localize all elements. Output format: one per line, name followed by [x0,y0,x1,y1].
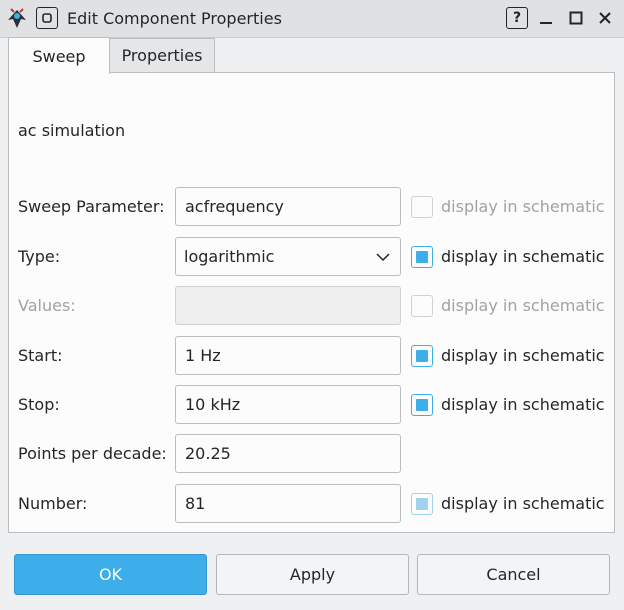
tab-sweep-label: Sweep [32,46,86,66]
start-input[interactable]: 1 Hz [175,336,401,375]
type-select[interactable]: logarithmic [175,237,401,276]
start-display-label: display in schematic [441,346,605,365]
stop-display-checkbox[interactable] [411,394,433,416]
chevron-down-icon [376,252,390,261]
points-per-decade-label: Points per decade: [18,444,167,463]
points-per-decade-input[interactable]: 20.25 [175,434,401,473]
minimize-button[interactable] [535,7,557,29]
values-label: Values: [18,296,76,315]
type-label: Type: [18,247,61,266]
ok-button[interactable]: OK [14,554,207,595]
sweep-parameter-input[interactable]: acfrequency [175,187,401,226]
minimize-icon [540,22,552,24]
start-display-checkbox[interactable] [411,345,433,367]
maximize-button[interactable] [565,7,587,29]
values-display-checkbox [411,295,433,317]
stop-display-label: display in schematic [441,395,605,414]
window-menu-icon [42,13,52,23]
title-bar: Edit Component Properties ? [0,0,624,38]
close-icon [599,12,611,24]
tab-properties-label: Properties [121,46,203,65]
number-label: Number: [18,494,88,513]
simulation-heading: ac simulation [18,121,126,140]
type-value: logarithmic [184,247,275,266]
stop-value: 10 kHz [185,395,241,414]
tab-sweep[interactable]: Sweep [8,37,110,74]
stop-label: Stop: [18,395,60,414]
sweep-parameter-display-label: display in schematic [441,197,605,216]
cancel-button[interactable]: Cancel [417,554,610,595]
sweep-parameter-display-checkbox[interactable] [411,196,433,218]
type-display-label: display in schematic [441,247,605,266]
window-menu-button[interactable] [36,7,58,29]
start-value: 1 Hz [185,346,221,365]
stop-input[interactable]: 10 kHz [175,385,401,424]
maximize-icon [569,11,583,25]
values-display-label: display in schematic [441,296,605,315]
window-title: Edit Component Properties [67,9,282,28]
number-display-checkbox [411,493,433,515]
apply-button-label: Apply [289,565,336,584]
sweep-parameter-label: Sweep Parameter: [18,197,165,216]
apply-button[interactable]: Apply [216,554,409,595]
values-input [175,286,401,325]
points-per-decade-value: 20.25 [185,444,231,463]
number-input[interactable]: 81 [175,484,401,523]
number-value: 81 [185,494,206,513]
help-button[interactable]: ? [506,7,528,29]
close-button[interactable] [594,7,616,29]
tab-properties[interactable]: Properties [109,38,215,73]
type-display-checkbox[interactable] [411,246,433,268]
number-display-label: display in schematic [441,494,605,513]
start-label: Start: [18,346,63,365]
cancel-button-label: Cancel [486,565,541,584]
sweep-parameter-value: acfrequency [185,197,284,216]
app-logo-icon [8,8,26,28]
ok-button-label: OK [98,565,123,584]
help-icon: ? [512,10,522,26]
